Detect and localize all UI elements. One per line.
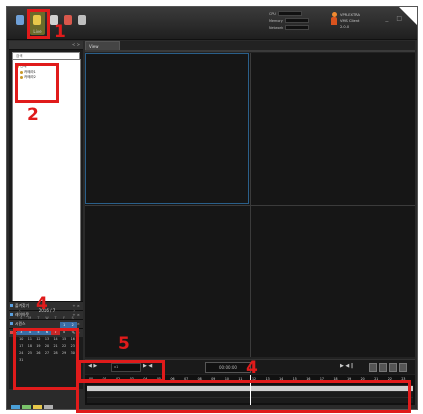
tab-strip [85,50,415,52]
annotation-label-2: 2 [27,105,39,125]
sidebar-header-controls[interactable]: < > [72,41,80,49]
toolbar-icon [16,15,24,25]
toolbar-button-5[interactable] [75,11,90,35]
user-lines: VPR-EXTRA VMS Client 2.0.0 [340,13,360,29]
annotation-label-1: 1 [54,22,66,42]
toolbar-button-1[interactable] [13,11,28,35]
sidebar-header: < > [9,41,83,50]
video-grid [85,53,415,357]
calendar-weekday: M [28,316,32,320]
annotation-box-3 [13,328,79,390]
annotation-box-1 [27,9,50,39]
sequence-icon [10,322,13,325]
layout-icon [10,313,13,316]
memory-meter: Memory [269,17,329,24]
user-icon [331,12,337,26]
fullscreen-button[interactable] [399,363,407,372]
layout-2x2-button[interactable] [379,363,387,372]
event-icon[interactable] [33,405,42,409]
toolbar-icon [78,15,86,25]
layout-3x3-button[interactable] [389,363,397,372]
annotation-label-4: 4 [246,358,258,378]
calendar-weekday: W [45,316,49,320]
settings-icon[interactable] [44,405,53,409]
star-icon [10,304,13,307]
system-status: CPU Memory Network [269,10,329,34]
video-tile-2[interactable] [251,53,415,205]
calendar-weekday: S [71,316,74,320]
main-area: View ◀ ▶ x1 ▶ ◀ 00:00:00 ▶ ◀ ‖ 00 01 02 03 0… [85,41,415,405]
video-tile-4[interactable] [251,206,415,357]
calendar-prev-button[interactable]: ‹ [19,307,21,315]
annotation-box-4 [76,380,411,413]
annotation-label-3: 4 [36,294,48,314]
right-playback-buttons[interactable]: ▶ ◀ ‖ [340,363,353,369]
main-toolbar: Live CPU Memory Network VPR-EXTRA VMS Cl… [7,7,417,40]
calendar-weekday: S [20,316,23,320]
calendar-weekday: T [37,316,40,320]
layout-1x1-button[interactable] [369,363,377,372]
calendar-next-button[interactable]: › [73,307,75,315]
time-input[interactable]: 00:00:00 [205,362,251,373]
user-info[interactable]: VPR-EXTRA VMS Client 2.0.0 [331,11,365,35]
camera-icon[interactable] [11,405,20,409]
annotation-label-5: 5 [118,334,130,354]
calendar-weekday: T [54,316,57,320]
video-tile-1[interactable] [85,53,249,204]
annotation-box-5 [78,360,165,382]
calendar-weekday: F [63,316,66,320]
annotation-box-2 [15,63,59,103]
network-meter: Network [269,24,329,31]
map-icon[interactable] [22,405,31,409]
video-tile-3[interactable] [85,206,250,357]
window-corner [399,7,417,25]
cpu-meter: CPU [269,10,329,17]
